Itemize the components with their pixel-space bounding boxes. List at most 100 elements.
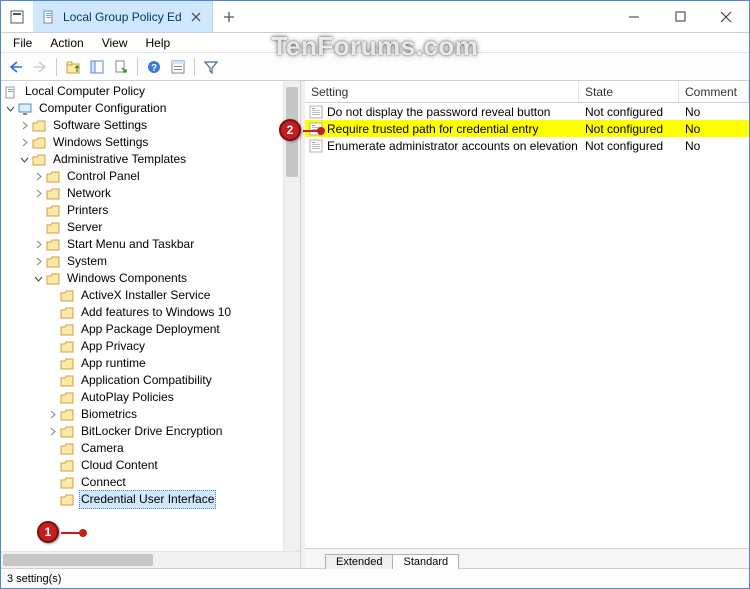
folder-icon [45, 222, 61, 234]
folder-icon [59, 341, 75, 353]
tree-network[interactable]: Network [3, 185, 283, 202]
close-button[interactable] [703, 1, 749, 32]
expand-icon[interactable] [45, 427, 59, 436]
grid-body[interactable]: Do not display the password reveal butto… [305, 103, 749, 548]
col-state[interactable]: State [579, 81, 679, 102]
document-icon [41, 9, 57, 25]
setting-comment: No [679, 122, 749, 136]
folder-icon [59, 307, 75, 319]
forward-button[interactable] [29, 56, 51, 78]
tree-connect[interactable]: Connect [3, 474, 283, 491]
collapse-icon[interactable] [3, 104, 17, 113]
tree-root[interactable]: Local Computer Policy [3, 83, 283, 100]
tree-computer-configuration[interactable]: Computer Configuration [3, 100, 283, 117]
main-split: Local Computer Policy Computer Configura… [1, 81, 749, 568]
tree-bitlocker[interactable]: BitLocker Drive Encryption [3, 423, 283, 440]
toolbar: ? [1, 53, 749, 81]
expand-icon[interactable] [31, 240, 45, 249]
collapse-icon[interactable] [31, 274, 45, 283]
grid-header: Setting State Comment [305, 81, 749, 103]
menu-view[interactable]: View [94, 34, 136, 52]
folder-icon [31, 137, 47, 149]
setting-name: Enumerate administrator accounts on elev… [327, 139, 578, 153]
svg-text:?: ? [151, 63, 157, 74]
show-hide-tree-button[interactable] [86, 56, 108, 78]
collapse-icon[interactable] [17, 155, 31, 164]
folder-icon [59, 460, 75, 472]
folder-icon [31, 154, 47, 166]
tab-title: Local Group Policy Ed [63, 10, 182, 24]
tree-activex[interactable]: ActiveX Installer Service [3, 287, 283, 304]
folder-icon [59, 494, 75, 506]
export-list-button[interactable] [110, 56, 132, 78]
folder-icon [59, 443, 75, 455]
tree-software-settings[interactable]: Software Settings [3, 117, 283, 134]
folder-icon [59, 375, 75, 387]
tree-add-features[interactable]: Add features to Windows 10 [3, 304, 283, 321]
setting-state: Not configured [579, 105, 679, 119]
expand-icon[interactable] [17, 121, 31, 130]
folder-icon [45, 256, 61, 268]
new-tab-button[interactable] [213, 1, 245, 32]
status-text: 3 setting(s) [7, 573, 61, 585]
menu-file[interactable]: File [5, 34, 40, 52]
tree-camera[interactable]: Camera [3, 440, 283, 457]
setting-name: Do not display the password reveal butto… [327, 105, 550, 119]
menubar: File Action View Help [1, 33, 749, 53]
tab-standard[interactable]: Standard [392, 554, 459, 569]
tab-extended[interactable]: Extended [325, 554, 393, 569]
policy-setting-icon [309, 105, 323, 119]
expand-icon[interactable] [17, 138, 31, 147]
tree-windows-components[interactable]: Windows Components [3, 270, 283, 287]
tree-app-runtime[interactable]: App runtime [3, 355, 283, 372]
tree-app-privacy[interactable]: App Privacy [3, 338, 283, 355]
gpedit-window: Local Group Policy Ed File Action View H… [0, 0, 750, 589]
tree-admin-templates[interactable]: Administrative Templates [3, 151, 283, 168]
setting-row[interactable]: Do not display the password reveal butto… [305, 103, 749, 120]
tree-app-pkg[interactable]: App Package Deployment [3, 321, 283, 338]
tree-biometrics[interactable]: Biometrics [3, 406, 283, 423]
tree-server[interactable]: Server [3, 219, 283, 236]
minimize-button[interactable] [611, 1, 657, 32]
menu-help[interactable]: Help [138, 34, 179, 52]
tree-printers[interactable]: Printers [3, 202, 283, 219]
maximize-button[interactable] [657, 1, 703, 32]
expand-icon[interactable] [31, 257, 45, 266]
back-button[interactable] [5, 56, 27, 78]
tree-credential-ui[interactable]: Credential User Interface [3, 491, 283, 508]
tree-control-panel[interactable]: Control Panel [3, 168, 283, 185]
folder-icon [45, 239, 61, 251]
col-comment[interactable]: Comment [679, 81, 749, 102]
policy-tree[interactable]: Local Computer Policy Computer Configura… [1, 81, 283, 551]
tab-close-icon[interactable] [188, 9, 204, 25]
tree-autoplay[interactable]: AutoPlay Policies [3, 389, 283, 406]
tree-vertical-scrollbar[interactable] [283, 81, 300, 551]
tab-gpedit[interactable]: Local Group Policy Ed [33, 1, 213, 32]
folder-icon [31, 120, 47, 132]
setting-row[interactable]: Require trusted path for credential entr… [305, 120, 749, 137]
statusbar: 3 setting(s) [1, 568, 749, 588]
tree-system[interactable]: System [3, 253, 283, 270]
expand-icon[interactable] [45, 410, 59, 419]
expand-icon[interactable] [31, 172, 45, 181]
folder-icon [59, 409, 75, 421]
details-pane: Setting State Comment Do not display the… [301, 81, 749, 568]
tree-windows-settings[interactable]: Windows Settings [3, 134, 283, 151]
tree-start-menu[interactable]: Start Menu and Taskbar [3, 236, 283, 253]
help-button[interactable]: ? [143, 56, 165, 78]
col-setting[interactable]: Setting [305, 81, 579, 102]
setting-name: Require trusted path for credential entr… [327, 122, 538, 136]
tree-horizontal-scrollbar[interactable] [1, 551, 300, 568]
up-button[interactable] [62, 56, 84, 78]
tree-app-compat[interactable]: Application Compatibility [3, 372, 283, 389]
policy-setting-icon [309, 139, 323, 153]
app-menu-icon[interactable] [1, 1, 33, 32]
expand-icon[interactable] [31, 189, 45, 198]
menu-action[interactable]: Action [42, 34, 91, 52]
properties-button[interactable] [167, 56, 189, 78]
tree-cloud[interactable]: Cloud Content [3, 457, 283, 474]
folder-icon [45, 171, 61, 183]
setting-comment: No [679, 139, 749, 153]
setting-row[interactable]: Enumerate administrator accounts on elev… [305, 137, 749, 154]
filter-button[interactable] [200, 56, 222, 78]
